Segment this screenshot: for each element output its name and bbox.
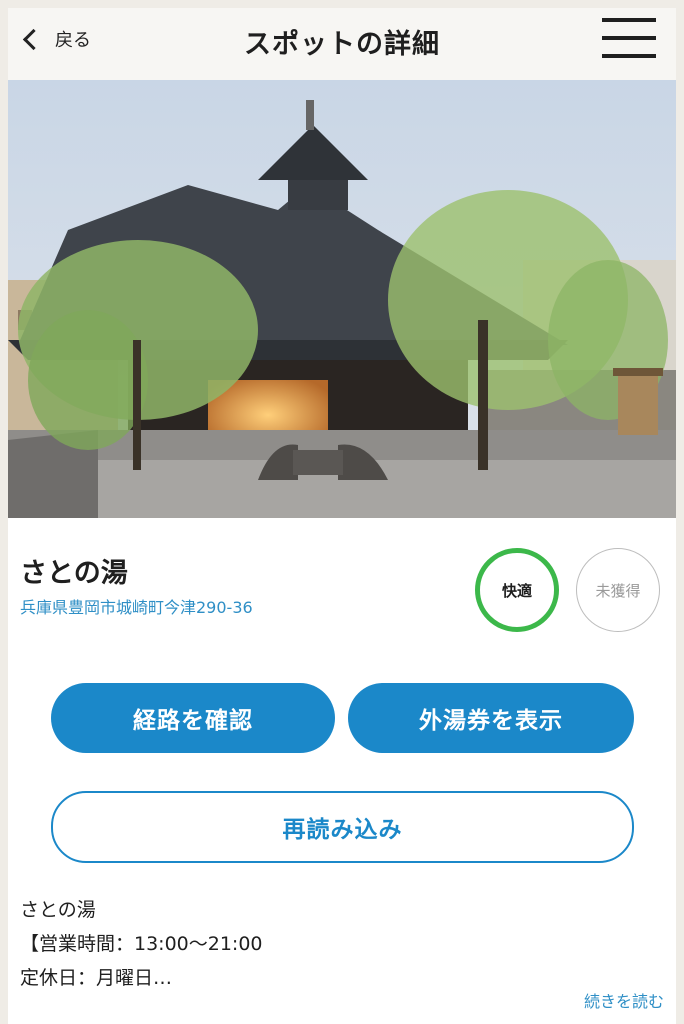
reload-button[interactable]: 再読み込み <box>51 791 634 863</box>
route-button[interactable]: 経路を確認 <box>51 683 335 753</box>
description-line: さとの湯 <box>20 899 96 921</box>
read-more-link[interactable]: 続きを読む <box>584 988 664 1012</box>
spot-name: さとの湯 <box>20 558 128 589</box>
spot-description: さとの湯 【営業時間：13:00〜21:00 定休日：月曜日… <box>20 893 263 995</box>
description-line: 【営業時間：13:00〜21:00 <box>20 933 263 955</box>
unacquired-badge: 未獲得 <box>576 548 660 632</box>
description-line: 定休日：月曜日… <box>20 967 173 989</box>
hamburger-menu-icon[interactable] <box>602 18 656 60</box>
header-bar: 戻る スポットの詳細 <box>8 8 676 80</box>
show-ticket-button[interactable]: 外湯券を表示 <box>348 683 634 753</box>
app-frame: 戻る スポットの詳細 さとの湯 兵庫県豊岡市城崎町今津290-36 快適 未獲得… <box>8 8 676 1024</box>
comfort-badge: 快適 <box>475 548 559 632</box>
page-title: スポットの詳細 <box>244 29 440 60</box>
spot-address-link[interactable]: 兵庫県豊岡市城崎町今津290-36 <box>20 594 253 618</box>
spot-photo <box>8 80 676 518</box>
